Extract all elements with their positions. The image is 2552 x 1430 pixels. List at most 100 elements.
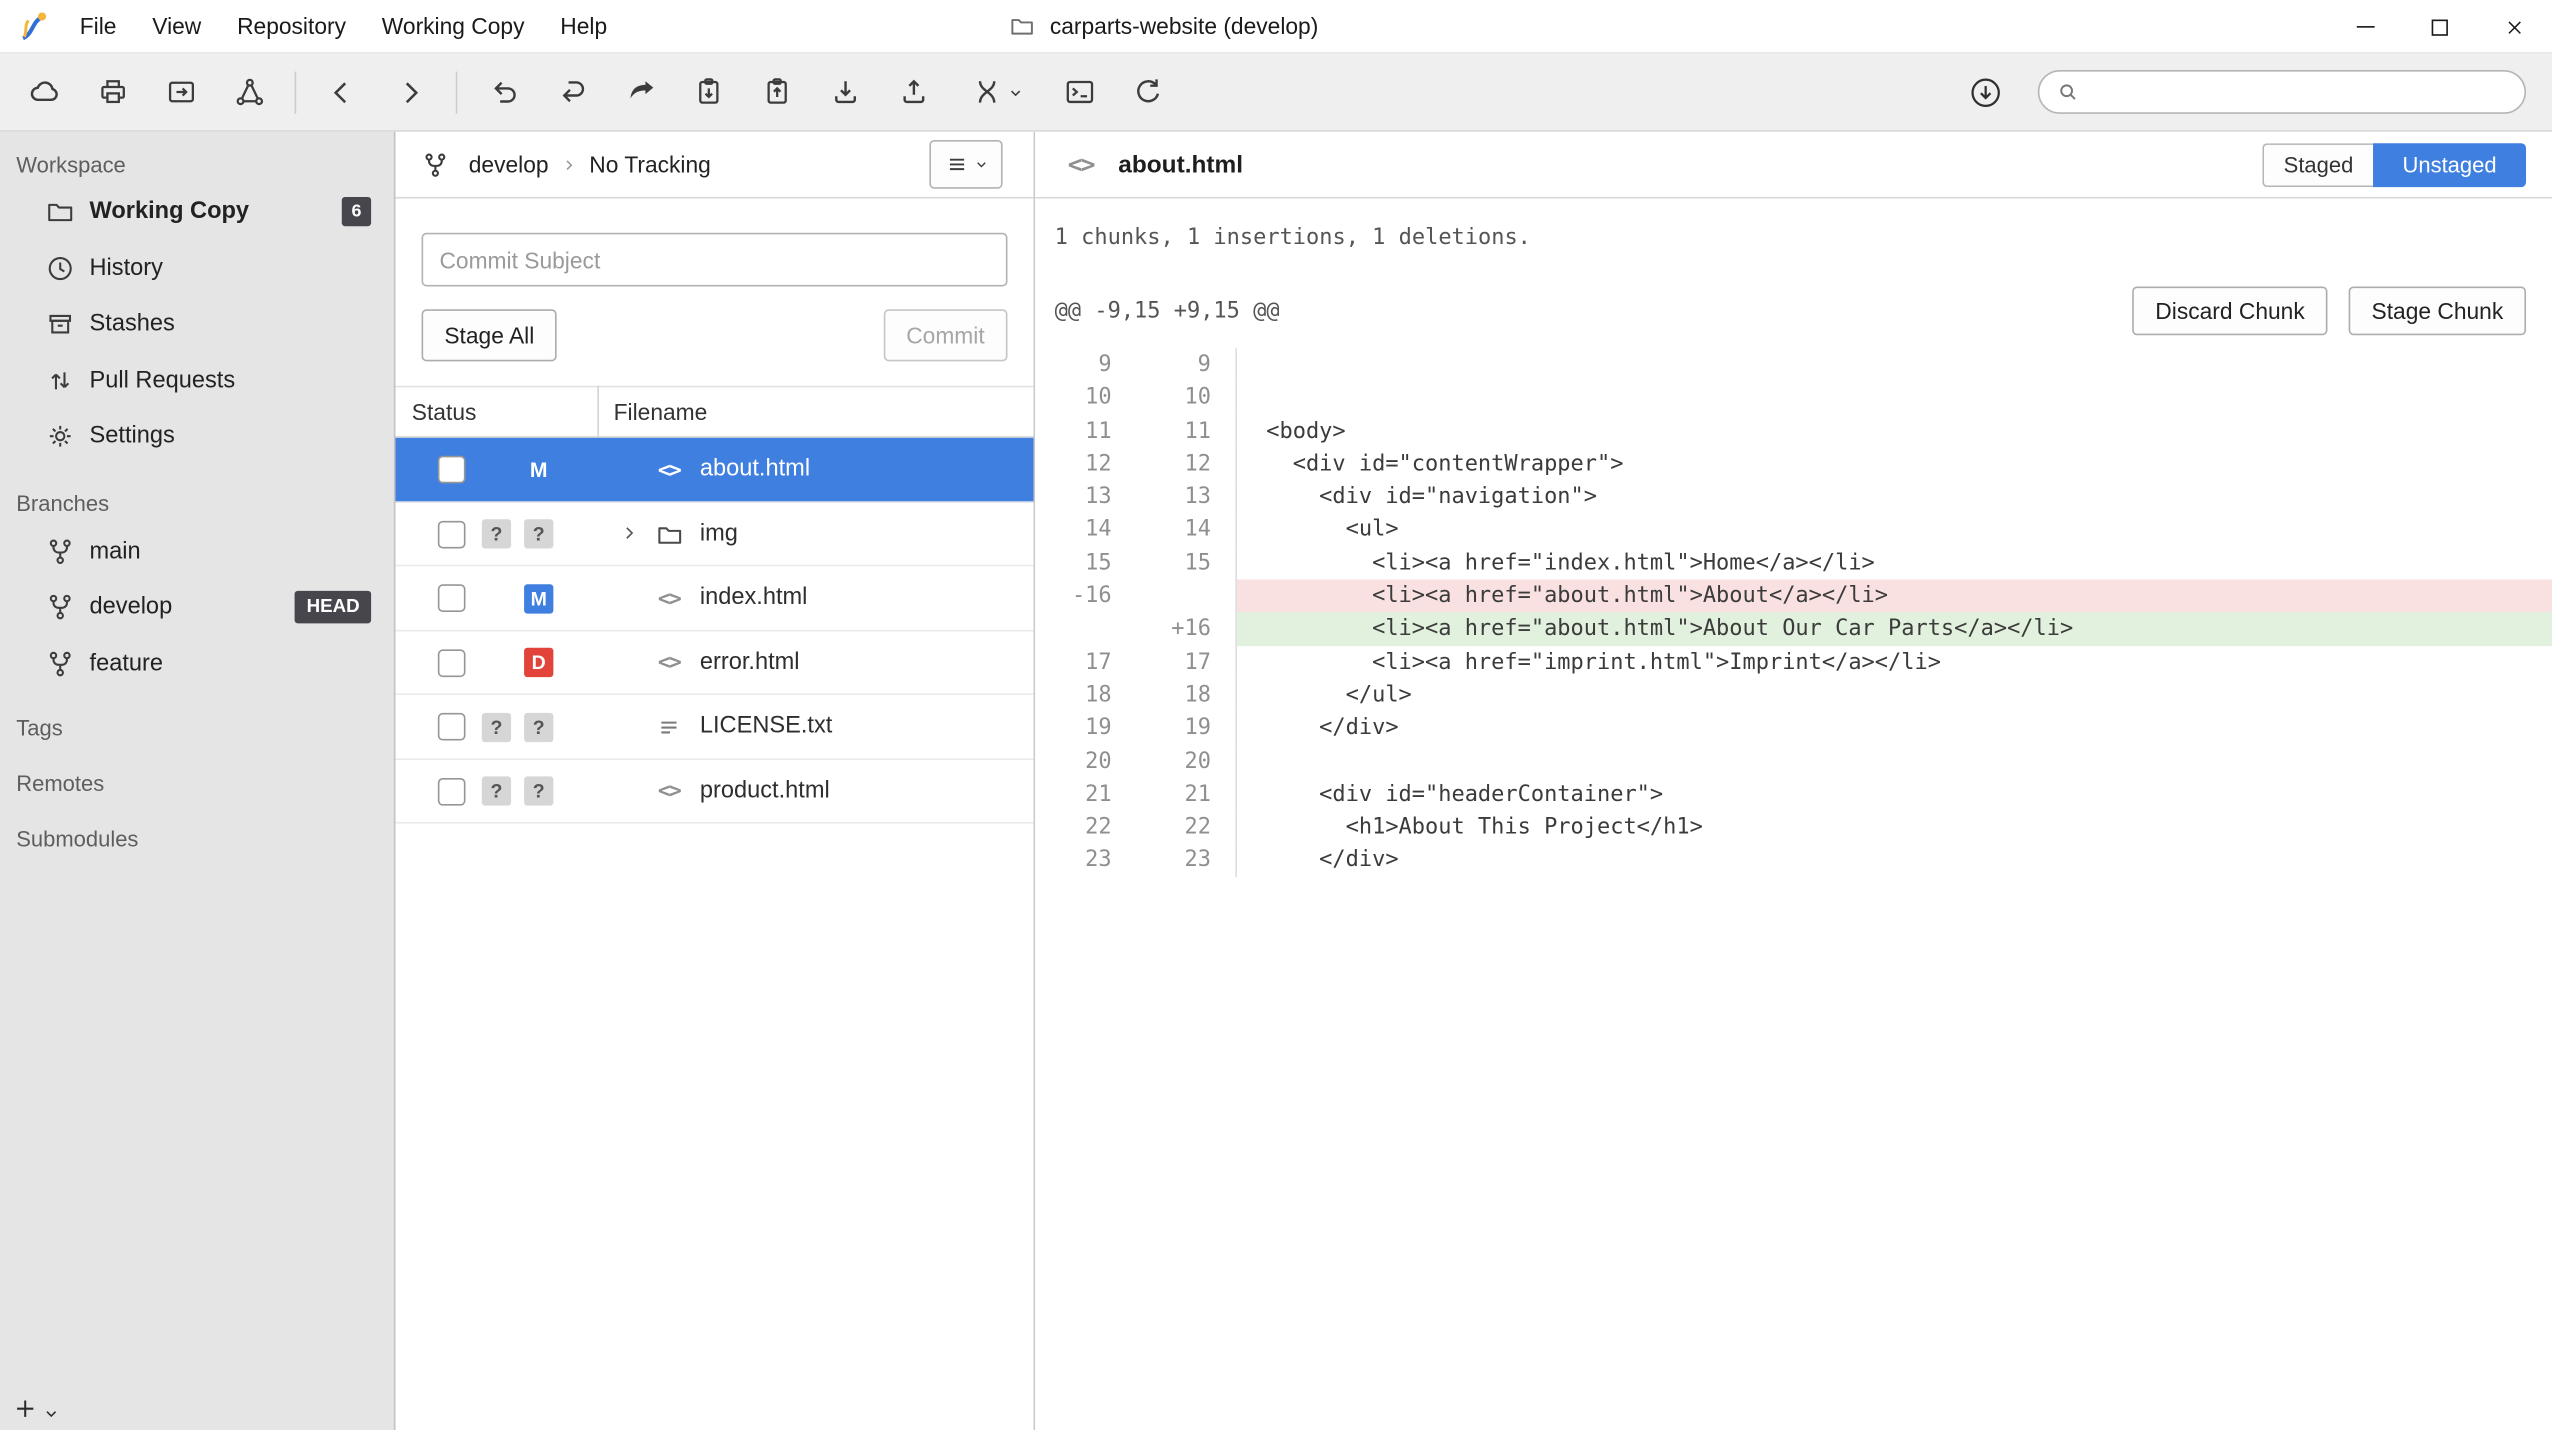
terminal-button[interactable] (1048, 61, 1110, 123)
stage-checkbox[interactable] (438, 520, 466, 548)
old-line-number: 9 (1035, 348, 1111, 381)
push-button[interactable] (609, 61, 671, 123)
maximize-button[interactable] (2402, 0, 2477, 54)
sidebar-item-branch-feature[interactable]: feature (0, 636, 394, 692)
diff-line[interactable]: 1313 <div id="navigation"> (1035, 480, 2552, 513)
sidebar-item-pull-requests[interactable]: Pull Requests (0, 352, 394, 408)
diff-line[interactable]: 1515 <li><a href="index.html">Home</a></… (1035, 547, 2552, 580)
diff-line[interactable]: 1818 </ul> (1035, 679, 2552, 712)
code-file-icon: <> (653, 647, 686, 680)
diff-line[interactable]: 1212 <div id="contentWrapper"> (1035, 447, 2552, 480)
new-line-number: 20 (1112, 745, 1211, 778)
commit-subject-input[interactable] (422, 233, 1008, 287)
file-row-img[interactable]: ? ? img (396, 502, 1034, 566)
menu-working-copy[interactable]: Working Copy (364, 0, 543, 52)
column-status[interactable]: Status (396, 399, 598, 425)
pull-button[interactable] (540, 61, 602, 123)
commit-button[interactable]: Commit (883, 309, 1007, 361)
sidebar-item-history[interactable]: History (0, 240, 394, 296)
forward-button[interactable] (379, 61, 441, 123)
refresh-button[interactable] (1117, 61, 1179, 123)
diff-line-addition[interactable]: +16 <li><a href="about.html">About Our C… (1035, 613, 2552, 646)
diff-filename: about.html (1118, 151, 1243, 179)
sidebar-section-workspace: Workspace (0, 145, 394, 184)
download-button[interactable] (1955, 61, 2017, 123)
commit-panel: develop No Tracking Stage All Commit Sta… (396, 132, 1036, 1430)
diff-line[interactable]: 1919 </div> (1035, 712, 2552, 745)
list-options-button[interactable] (929, 140, 1002, 189)
sidebar-item-stashes[interactable]: Stashes (0, 296, 394, 352)
stage-checkbox[interactable] (438, 713, 466, 741)
stage-chunk-button[interactable]: Stage Chunk (2349, 286, 2526, 335)
unstaged-tab[interactable]: Unstaged (2373, 142, 2526, 186)
code-line: <li><a href="index.html">Home</a></li> (1237, 547, 2552, 580)
diff-line-deletion[interactable]: -16 <li><a href="about.html">About</a></… (1035, 580, 2552, 613)
discard-chunk-button[interactable]: Discard Chunk (2133, 286, 2328, 335)
code-line: <h1>About This Project</h1> (1237, 811, 2552, 844)
pop-stash-button[interactable] (745, 61, 807, 123)
hamburger-icon (945, 153, 968, 176)
new-line-number: 17 (1112, 646, 1211, 679)
diff-line[interactable]: 99 (1035, 348, 2552, 381)
menu-file[interactable]: File (62, 0, 135, 52)
file-row-about[interactable]: M <> about.html (396, 438, 1034, 502)
stage-all-button[interactable]: Stage All (422, 309, 558, 361)
file-row-license[interactable]: ? ? LICENSE.txt (396, 695, 1034, 759)
menu-view[interactable]: View (134, 0, 219, 52)
code-file-icon: <> (653, 583, 686, 616)
sidebar-item-label: develop (90, 594, 173, 620)
minimize-icon (2356, 26, 2374, 28)
sidebar-item-branch-main[interactable]: main (0, 523, 394, 579)
menu-repository[interactable]: Repository (219, 0, 364, 52)
stage-checkbox[interactable] (438, 584, 466, 612)
stash-button[interactable] (677, 61, 739, 123)
diff-line[interactable]: 2020 (1035, 745, 2552, 778)
sidebar-section-tags[interactable]: Tags (0, 708, 394, 747)
diff-line[interactable]: 2121 <div id="headerContainer"> (1035, 778, 2552, 811)
open-in-explorer-button[interactable] (150, 61, 212, 123)
diff-line[interactable]: 1717 <li><a href="imprint.html">Imprint<… (1035, 646, 2552, 679)
file-row-index[interactable]: M <> index.html (396, 566, 1034, 630)
sidebar-item-branch-develop[interactable]: develop HEAD (0, 579, 394, 635)
staged-tab[interactable]: Staged (2262, 142, 2373, 186)
search-input[interactable] (2091, 80, 2508, 104)
sidebar-section-branches[interactable]: Branches (0, 484, 394, 523)
sidebar-section-remotes[interactable]: Remotes (0, 763, 394, 802)
staged-unstaged-toggle: Staged Unstaged (2262, 142, 2526, 186)
repository-button[interactable] (13, 61, 75, 123)
filename: about.html (700, 438, 810, 502)
filename: error.html (700, 631, 800, 695)
incoming-button[interactable] (814, 61, 876, 123)
outgoing-button[interactable] (882, 61, 944, 123)
commit-graph-button[interactable] (218, 61, 280, 123)
stage-checkbox[interactable] (438, 777, 466, 805)
sidebar-item-settings[interactable]: Settings (0, 409, 394, 465)
stage-checkbox[interactable] (438, 456, 466, 484)
diff-line[interactable]: 2222 <h1>About This Project</h1> (1035, 811, 2552, 844)
diff-line[interactable]: 1414 <ul> (1035, 513, 2552, 546)
sidebar-section-submodules[interactable]: Submodules (0, 819, 394, 858)
text-file-icon (653, 711, 686, 744)
diff-line[interactable]: 2323 </div> (1035, 844, 2552, 877)
back-button[interactable] (311, 61, 373, 123)
menu-help[interactable]: Help (542, 0, 625, 52)
column-filename[interactable]: Filename (599, 399, 707, 425)
sidebar-item-working-copy[interactable]: Working Copy 6 (0, 184, 394, 240)
current-branch[interactable]: develop (469, 151, 549, 177)
code-line: </div> (1237, 844, 2552, 877)
fetch-button[interactable] (472, 61, 534, 123)
print-button[interactable] (81, 61, 143, 123)
file-row-error[interactable]: D <> error.html (396, 631, 1034, 695)
diff-line[interactable]: 1111<body> (1035, 414, 2552, 447)
pull-icon (554, 75, 588, 109)
add-button[interactable] (13, 1396, 59, 1420)
close-button[interactable] (2477, 0, 2552, 54)
stage-checkbox[interactable] (438, 649, 466, 677)
diff-line[interactable]: 1010 (1035, 381, 2552, 414)
minimize-button[interactable] (2327, 0, 2402, 54)
file-row-product[interactable]: ? ? <> product.html (396, 759, 1034, 823)
git-flow-button[interactable] (951, 61, 1042, 123)
repository-icon (27, 75, 61, 109)
expand-chevron-icon[interactable] (620, 524, 638, 542)
status-badge-untracked: ? (482, 776, 511, 805)
